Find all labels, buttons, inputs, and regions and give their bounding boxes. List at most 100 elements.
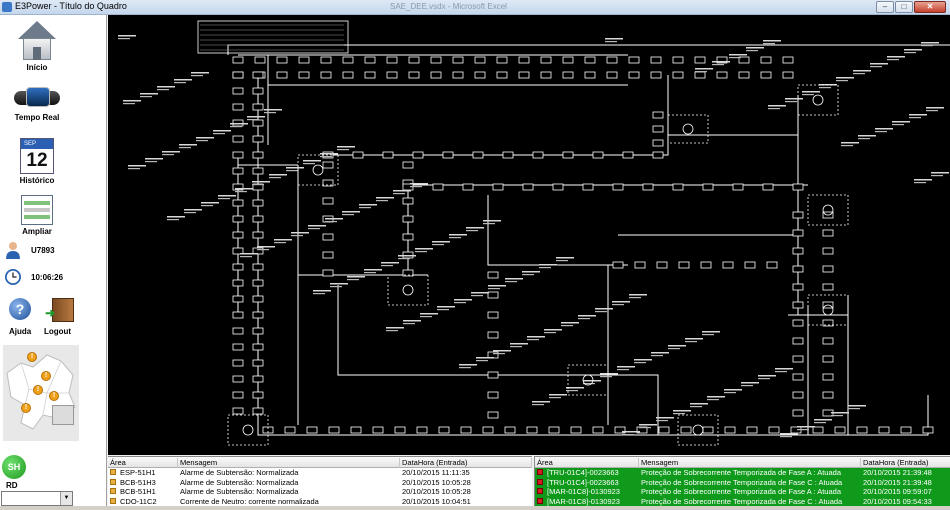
breaker-symbol [834,426,846,434]
label-tick [797,429,809,431]
alarm-row[interactable]: [TRU-01C4]-0023663 Proteção de Sobrecorre… [535,468,950,478]
label-tick [758,378,770,380]
schematic-canvas[interactable] [108,15,950,455]
label-tick [595,308,613,310]
col-area[interactable]: Área [535,458,639,468]
label-tick [561,325,573,327]
region-minimap[interactable]: ! ! ! ! ! [3,345,79,441]
warning-icon[interactable]: ! [41,371,51,381]
breaker-symbol [502,151,514,159]
alarm-area: BCB-51H1 [120,487,156,496]
col-datahora[interactable]: DataHora (Entrada) [400,458,532,468]
label-tick [213,130,231,132]
breaker-symbol [474,56,486,64]
breaker-symbol [438,426,450,434]
label-tick [213,133,225,135]
label-tick [622,431,640,433]
title-bar: E3Power - Título do Quadro SAE_DEE.vsdx … [0,0,950,15]
breaker-symbol [672,56,684,64]
breaker-symbol [306,426,318,434]
label-tick [887,56,905,58]
minimize-button[interactable]: – [876,1,894,13]
label-tick [921,42,939,44]
label-tick [583,380,601,382]
breaker-symbol [252,343,264,351]
breaker-symbol [492,183,504,191]
warning-icon[interactable]: ! [49,391,59,401]
warning-icon[interactable]: ! [21,403,31,413]
label-tick [729,57,741,59]
label-tick [909,117,921,119]
breaker-symbol [487,331,499,339]
label-tick [875,131,887,133]
nav-tempo-real[interactable]: Tempo Real [0,83,74,122]
single-line-diagram[interactable] [108,15,950,455]
alarm-area: [TRU-01C4]-0023663 [547,477,619,487]
breaker-symbol [792,211,804,219]
col-area[interactable]: Área [108,458,178,468]
warning-icon[interactable]: ! [27,352,37,362]
label-tick [853,73,865,75]
nav-ampliar[interactable]: Ampliar [0,195,74,236]
document-title: SAE_DEE.vsdx - Microsoft Excel [390,2,507,11]
label-tick [320,153,338,155]
col-datahora[interactable]: DataHora (Entrada) [861,458,950,468]
alarm-row[interactable]: BCB-51H3 Alarme de Subtensão: Normalizada… [108,478,532,488]
label-tick [544,332,556,334]
breaker-symbol [320,56,332,64]
label-tick [393,190,411,192]
breaker-symbol [442,151,454,159]
label-tick [264,112,276,114]
breaker-symbol [252,199,264,207]
nav-inicio[interactable]: Início [0,21,74,72]
minimap-viewport-box[interactable] [52,405,74,425]
rd-select[interactable]: ▼ [1,491,73,506]
alarm-list-active[interactable]: Área Mensagem DataHora (Entrada) [TRU-01… [534,456,950,506]
alarm-row[interactable]: [MAR-01C8]-0130923 Proteção de Sobrecorre… [535,487,950,497]
breaker-symbol [232,375,244,383]
label-tick [532,404,544,406]
breaker-symbol [582,183,594,191]
alarm-row[interactable]: [TRU-01C4]-0023663 Proteção de Sobrecorre… [535,477,950,487]
bus-line [568,374,659,435]
breaker-symbol [822,391,834,399]
label-tick [483,223,495,225]
warning-icon[interactable]: ! [33,385,43,395]
label-tick [931,175,943,177]
alarm-list-header: Área Mensagem DataHora (Entrada) [108,457,532,468]
window-title: E3Power - Título do Quadro [15,1,127,11]
alarm-row[interactable]: BCB-51H1 Alarme de Subtensão: Normalizada… [108,487,532,497]
breaker-symbol [634,261,646,269]
label-tick [656,417,674,419]
breaker-symbol [252,327,264,335]
label-tick [695,71,707,73]
label-tick [337,146,355,148]
alarm-list-normalized[interactable]: Área Mensagem DataHora (Entrada) ESP-51H… [108,456,532,506]
breaker-symbol [792,301,804,309]
breaker-symbol [232,199,244,207]
maximize-button[interactable]: □ [895,1,913,13]
label-tick [539,267,551,269]
breaker-symbol [322,269,334,277]
breaker-symbol [822,337,834,345]
chevron-down-icon[interactable]: ▼ [60,492,72,505]
transformer-symbol [242,424,254,436]
nav-logout[interactable]: ➜ Logout [40,298,80,338]
breaker-symbol [504,426,516,434]
user-info: U7893 [5,241,75,261]
label-tick [471,295,483,297]
label-tick [252,181,270,183]
label-tick [870,63,888,65]
col-mensagem[interactable]: Mensagem [639,458,861,468]
breaker-symbol [252,295,264,303]
sh-status-badge[interactable]: SH [2,455,26,479]
alarm-row[interactable]: [MAR-01C8]-0130923 Proteção de Sobrecorre… [535,496,950,506]
alarm-icon [110,497,116,504]
alarm-row[interactable]: ESP-51H1 Alarme de Subtensão: Normalizada… [108,468,532,478]
col-mensagem[interactable]: Mensagem [178,458,400,468]
close-button[interactable]: ✕ [914,1,946,13]
nav-historico[interactable]: SEP 12 Histórico [0,138,74,185]
label-tick [549,397,561,399]
label-tick [459,367,471,369]
alarm-row[interactable]: CDO-11C2 Corrente de Neutro: corrente nor… [108,497,532,507]
